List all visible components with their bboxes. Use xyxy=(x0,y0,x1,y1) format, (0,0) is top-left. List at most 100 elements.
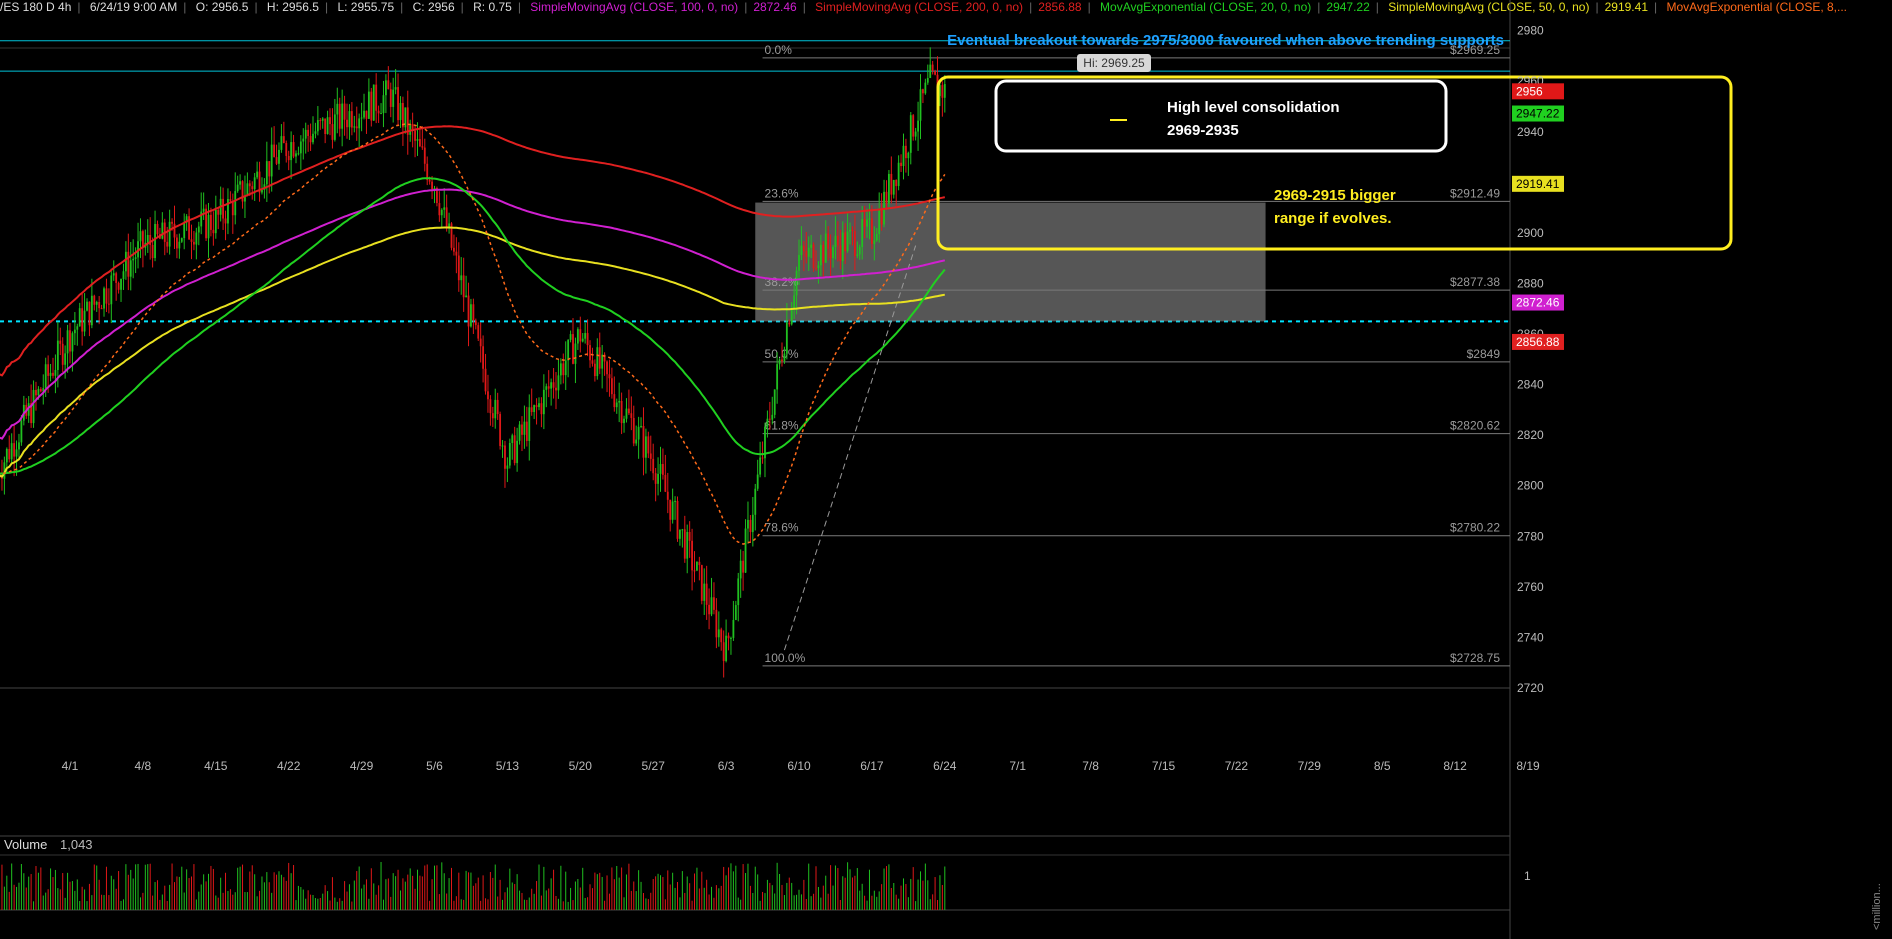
candle-body xyxy=(538,403,540,408)
candle-body xyxy=(545,386,548,390)
candle-body xyxy=(781,359,783,361)
candle-body xyxy=(664,474,667,492)
candle-body xyxy=(86,301,88,311)
candle-body xyxy=(540,403,543,415)
candle-body xyxy=(377,110,380,114)
candle-body xyxy=(550,382,553,389)
range-label-1: 2969-2915 bigger xyxy=(1274,187,1396,204)
candle-body xyxy=(654,473,657,484)
candle-body xyxy=(212,229,215,234)
candle-body xyxy=(465,295,468,298)
candle-body xyxy=(178,241,181,249)
candle-body xyxy=(440,209,443,216)
candle-body xyxy=(474,320,477,326)
candle-body xyxy=(858,247,861,255)
candle-body xyxy=(790,308,793,325)
price-chart[interactable]: 0.0%$2969.2523.6%$2912.4938.2%$2877.3850… xyxy=(0,0,1892,939)
candle-body xyxy=(299,141,302,154)
candle-body xyxy=(295,153,297,157)
candle-body xyxy=(239,181,242,185)
candle-body xyxy=(222,198,225,219)
candle-body xyxy=(285,143,288,156)
candle-body xyxy=(302,138,305,142)
candle-body xyxy=(579,329,582,342)
candle-body xyxy=(589,345,591,361)
candle-body xyxy=(81,308,84,332)
candle-body xyxy=(926,78,929,83)
price-tag-label: 2947.22 xyxy=(1516,107,1560,121)
candle-body xyxy=(389,89,392,107)
candle-body xyxy=(674,500,676,502)
candle-body xyxy=(44,364,47,389)
candle-body xyxy=(679,529,681,539)
candle-body xyxy=(511,435,514,444)
range-label-2: range if evolves. xyxy=(1274,210,1392,227)
candle-body xyxy=(555,387,557,391)
y-tick-label: 2800 xyxy=(1517,479,1544,493)
candle-body xyxy=(146,234,149,243)
candle-body xyxy=(734,605,737,620)
candle-body xyxy=(929,64,932,79)
candle-body xyxy=(756,474,759,489)
candle-body xyxy=(841,232,844,261)
candle-body xyxy=(314,131,317,134)
candle-body xyxy=(866,219,868,227)
x-tick-label: 7/15 xyxy=(1152,759,1176,773)
candle-body xyxy=(110,275,113,305)
candle-body xyxy=(103,288,105,309)
candle-body xyxy=(810,244,813,248)
candle-body xyxy=(887,173,890,204)
candle-body xyxy=(37,388,40,396)
candle-body xyxy=(52,372,54,376)
candle-body xyxy=(584,333,587,339)
candle-body xyxy=(504,445,506,469)
x-tick-label: 5/27 xyxy=(642,759,666,773)
candle-body xyxy=(120,279,122,290)
candle-body xyxy=(518,424,521,441)
x-tick-label: 7/29 xyxy=(1298,759,1322,773)
candle-body xyxy=(307,129,310,137)
candle-body xyxy=(195,232,198,245)
y-tick-label: 2740 xyxy=(1517,630,1544,644)
candle-body xyxy=(370,91,373,121)
candle-body xyxy=(115,273,118,283)
y-tick-label: 2760 xyxy=(1517,580,1544,594)
y-tick-label: 2900 xyxy=(1517,226,1544,240)
price-tag: 2956 xyxy=(1512,83,1564,100)
candle-body xyxy=(399,103,402,121)
candle-body xyxy=(15,449,18,457)
x-tick-label: 6/10 xyxy=(787,759,811,773)
candle-body xyxy=(832,246,834,259)
candle-body xyxy=(207,214,210,239)
candle-body xyxy=(696,561,698,571)
candle-body xyxy=(343,103,346,120)
candle-body xyxy=(268,161,271,177)
candle-body xyxy=(802,245,805,252)
candle-body xyxy=(623,418,625,424)
candle-body xyxy=(530,407,533,413)
candle-body xyxy=(513,435,516,464)
fib-price-label: $2849 xyxy=(1467,347,1501,361)
candle-body xyxy=(681,529,684,531)
candle-body xyxy=(598,347,601,369)
candle-body xyxy=(423,147,426,164)
candle-body xyxy=(819,244,822,266)
candle-body xyxy=(78,308,81,327)
candle-body xyxy=(61,343,64,365)
y-tick-label: 2840 xyxy=(1517,378,1544,392)
candle-body xyxy=(535,405,538,408)
grey-support-zone xyxy=(755,202,1266,322)
candle-body xyxy=(759,457,762,475)
candle-body xyxy=(569,334,572,340)
candle-body xyxy=(805,251,808,257)
y-tick-label: 2780 xyxy=(1517,529,1544,543)
candle-body xyxy=(593,363,596,377)
candle-body xyxy=(431,181,433,190)
candle-body xyxy=(849,229,851,232)
candle-body xyxy=(812,244,815,269)
candle-body xyxy=(574,343,577,364)
fib-percent-label: 100.0% xyxy=(765,651,806,665)
candle-body xyxy=(35,389,37,396)
candle-body xyxy=(190,239,193,242)
candle-body xyxy=(484,368,487,392)
